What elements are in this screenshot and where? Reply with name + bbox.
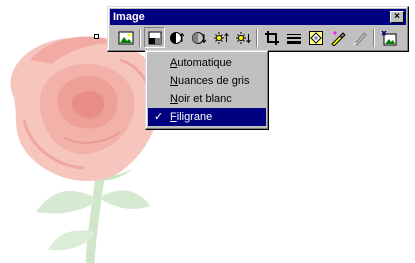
crop-button[interactable]	[261, 27, 282, 48]
menu-item-filigrane[interactable]: ✓ Filigrane	[148, 108, 266, 126]
toolbar-separator	[256, 29, 258, 47]
insert-image-icon	[118, 31, 133, 44]
less-brightness-button[interactable]	[232, 27, 253, 48]
image-control-menu: Automatique Nuances de gris Noir et blan…	[145, 50, 269, 130]
image-control-icon	[148, 31, 161, 44]
menu-item-noir-et-blanc[interactable]: Noir et blanc	[148, 90, 266, 108]
menu-item-label: Noir et blanc	[170, 93, 232, 105]
disabled-pen-icon	[353, 31, 367, 46]
line-style-button[interactable]	[283, 27, 304, 48]
menu-item-label: Nuances de gris	[170, 75, 250, 87]
format-picture-icon	[308, 30, 323, 45]
menu-item-nuances-de-gris[interactable]: Nuances de gris	[148, 72, 266, 90]
format-picture-button[interactable]	[305, 27, 326, 48]
less-contrast-button[interactable]	[188, 27, 209, 48]
image-control-button[interactable]	[144, 27, 165, 48]
more-brightness-button[interactable]	[210, 27, 231, 48]
more-brightness-icon	[213, 31, 229, 44]
close-button[interactable]: ×	[390, 11, 404, 23]
selection-handle[interactable]	[94, 34, 99, 39]
image-toolbar: Image ×	[107, 6, 409, 52]
line-style-icon	[286, 33, 301, 44]
toolbar-title: Image	[113, 11, 145, 23]
crop-icon	[264, 30, 279, 45]
less-contrast-icon	[191, 31, 206, 44]
more-contrast-button[interactable]	[166, 27, 187, 48]
insert-image-button[interactable]	[115, 27, 136, 48]
menu-item-automatique[interactable]: Automatique	[148, 54, 266, 72]
toolbar-separator	[139, 29, 141, 47]
disabled-pen-button	[349, 27, 370, 48]
checkmark-icon: ✓	[154, 111, 164, 123]
set-transparent-color-icon	[330, 30, 346, 46]
more-contrast-icon	[169, 31, 184, 44]
menu-item-label: Filigrane	[170, 111, 213, 123]
less-brightness-icon	[235, 31, 251, 44]
reset-picture-button[interactable]	[378, 27, 399, 48]
toolbar-separator	[373, 29, 375, 47]
set-transparent-color-button[interactable]	[327, 27, 348, 48]
reset-picture-icon	[380, 29, 396, 45]
menu-item-label: Automatique	[170, 57, 232, 69]
toolbar-titlebar[interactable]: Image ×	[110, 9, 406, 25]
